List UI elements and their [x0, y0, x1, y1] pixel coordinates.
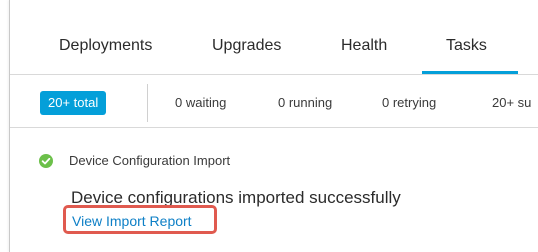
filter-retrying[interactable]: 0 retrying [382, 95, 436, 110]
task-filter-bar: 20+ total 0 waiting 0 running 0 retrying… [10, 75, 538, 128]
tab-bar: Deployments Upgrades Health Tasks [10, 0, 538, 75]
tab-tasks[interactable]: Tasks [446, 37, 487, 55]
filter-total-button[interactable]: 20+ total [40, 91, 107, 115]
tasks-panel: Deployments Upgrades Health Tasks 20+ to… [9, 0, 538, 252]
task-item: Device Configuration Import Device confi… [10, 128, 538, 252]
active-tab-indicator [422, 71, 518, 74]
check-circle-icon [39, 154, 53, 168]
tab-health[interactable]: Health [341, 37, 387, 55]
task-message: Device configurations imported successfu… [71, 188, 401, 207]
view-import-report-link[interactable]: View Import Report [70, 212, 194, 230]
task-title: Device Configuration Import [69, 153, 231, 168]
tab-deployments[interactable]: Deployments [59, 37, 152, 55]
filter-running[interactable]: 0 running [278, 95, 332, 110]
tab-upgrades[interactable]: Upgrades [212, 37, 281, 55]
filter-divider [147, 84, 148, 122]
filter-waiting[interactable]: 0 waiting [175, 95, 226, 110]
filter-succeeded[interactable]: 20+ su [492, 95, 531, 110]
